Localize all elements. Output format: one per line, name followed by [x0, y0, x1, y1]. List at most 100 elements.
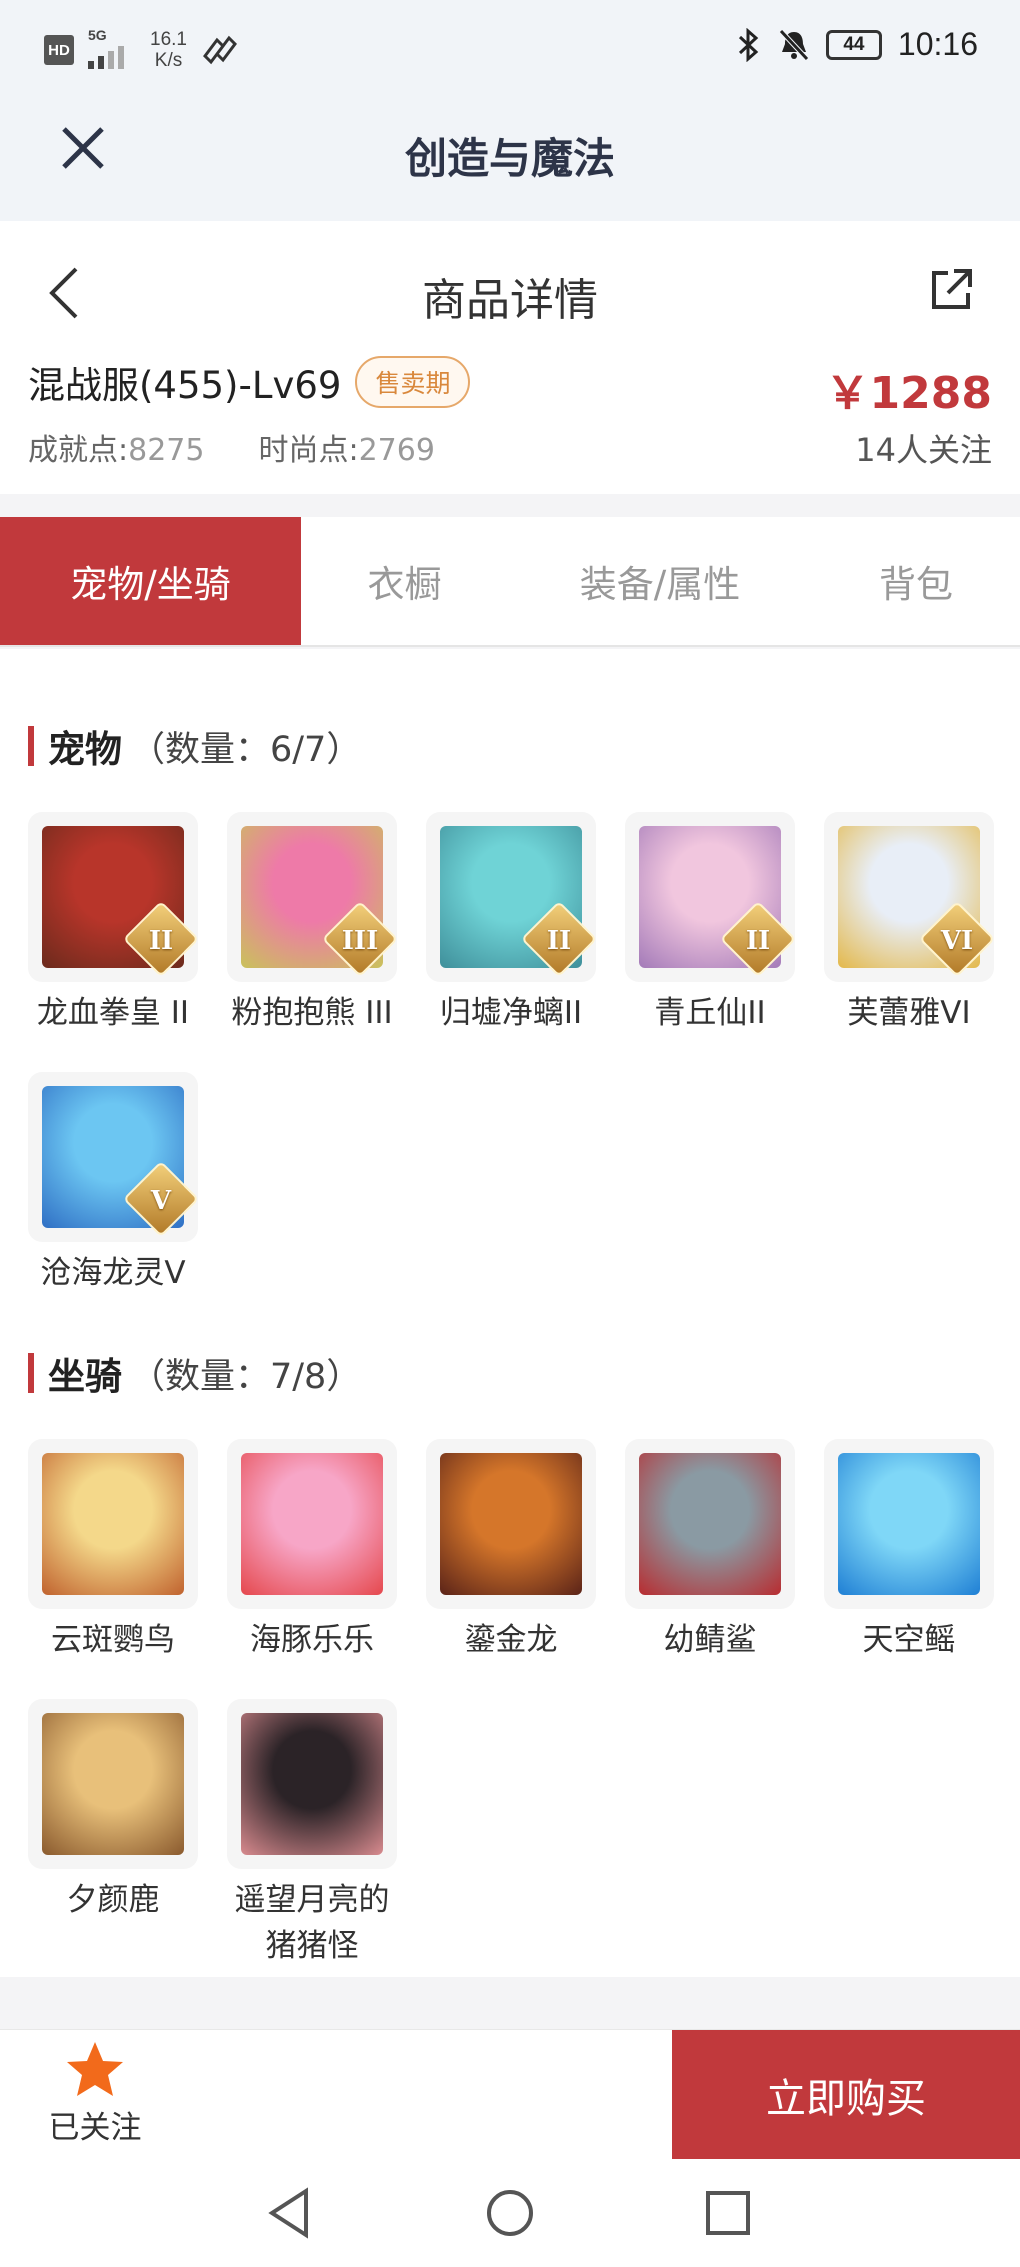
- clock: 10:16: [897, 26, 978, 62]
- pets-item[interactable]: II 青丘仙II: [625, 812, 795, 1036]
- hd-indicator: HD: [44, 35, 74, 65]
- pets-item[interactable]: II 归墟净螭II: [426, 812, 596, 1036]
- star-icon: [67, 2042, 123, 2096]
- network-indicator: 5G: [88, 28, 136, 72]
- tab-equipment[interactable]: 装备/属性: [508, 517, 812, 645]
- pets-thumbnail: II: [28, 812, 198, 982]
- fashion-value: 2769: [358, 433, 435, 468]
- nav-recents-icon[interactable]: [700, 2185, 756, 2241]
- grade-label: II: [546, 926, 572, 956]
- follow-button[interactable]: 已关注: [40, 2040, 150, 2152]
- pets-thumbnail: III: [227, 812, 397, 982]
- pets-name: 龙血拳皇 II: [36, 995, 190, 1031]
- grade-label: II: [745, 926, 771, 956]
- parrot-mount: [42, 1453, 184, 1595]
- pets-title: 宠物: [48, 728, 122, 771]
- mounts-name: 云斑鹦鸟: [51, 1622, 175, 1658]
- section-marker: [28, 1353, 34, 1393]
- pets-thumbnail: V: [28, 1072, 198, 1242]
- mounts-thumbnail: [824, 1439, 994, 1609]
- buy-now-button[interactable]: 立即购买: [672, 2030, 1020, 2160]
- tab-pets-mounts[interactable]: 宠物/坐骑: [0, 517, 301, 645]
- mounts-section-header: 坐骑 （数量：7/8）: [28, 1346, 361, 1400]
- mounts-name: 鎏金龙: [464, 1622, 558, 1658]
- server-name: 混战服(455)-Lv69: [28, 364, 342, 407]
- pets-name: 芙蕾雅VI: [847, 995, 971, 1031]
- achievement-label: 成就点:: [28, 433, 129, 468]
- bluetooth-icon: [738, 27, 759, 62]
- battery-indicator: 44: [825, 29, 882, 60]
- follower-count: 14人关注: [855, 431, 992, 469]
- pets-count: （数量：6/7）: [130, 729, 362, 770]
- sky-ray-mount: [838, 1453, 980, 1595]
- speed-value: 16.1: [150, 29, 187, 50]
- deer-mount: [42, 1713, 184, 1855]
- mounts-name: 天空鳐: [862, 1622, 956, 1658]
- mounts-item[interactable]: 幼鲭鲨: [625, 1439, 795, 1663]
- mounts-name-line: 猪猪怪: [265, 1928, 359, 1964]
- product-card: 商品详情 混战服(455)-Lv69 售卖期 成就点:8275 时尚点:2769…: [0, 221, 1020, 494]
- pets-name: 归墟净螭II: [439, 995, 583, 1031]
- mounts-title: 坐骑: [48, 1355, 122, 1398]
- signal-icon: [88, 46, 124, 69]
- grade-label: II: [148, 926, 174, 956]
- tab-backpack[interactable]: 背包: [812, 517, 1020, 645]
- nav-home-icon[interactable]: [482, 2185, 538, 2241]
- app-title: 创造与魔法: [404, 134, 615, 183]
- system-navigation-bar: [0, 2159, 1020, 2267]
- mounts-item[interactable]: 云斑鹦鸟: [28, 1439, 198, 1663]
- fashion-label: 时尚点:: [258, 433, 359, 468]
- mounts-item[interactable]: 天空鳐: [824, 1439, 994, 1663]
- app-header: 创造与魔法: [0, 95, 1020, 221]
- follow-label: 已关注: [48, 2110, 142, 2146]
- pets-name: 粉抱抱熊 III: [231, 995, 393, 1031]
- server-line: 混战服(455)-Lv69 售卖期: [28, 355, 471, 409]
- mounts-name: 夕颜鹿: [66, 1882, 160, 1918]
- mounts-name: 遥望月亮的 猪猪怪: [235, 1877, 390, 1969]
- shark-mount: [639, 1453, 781, 1595]
- main-content: 宠物 （数量：6/7） II 龙血拳皇 II III 粉抱抱熊 III II 归墟净螭II…: [0, 649, 1020, 1977]
- dolphin-mount: [241, 1453, 383, 1595]
- status-badge: 售卖期: [355, 356, 471, 408]
- network-speed: 16.1 K/s: [150, 29, 187, 71]
- pets-name: 沧海龙灵V: [40, 1255, 186, 1291]
- mounts-item[interactable]: 鎏金龙: [426, 1439, 596, 1663]
- mounts-name: 海豚乐乐: [250, 1622, 374, 1658]
- achievement-value: 8275: [128, 433, 205, 468]
- mounts-thumbnail: [28, 1699, 198, 1869]
- pets-name: 青丘仙II: [654, 995, 766, 1031]
- fashion-stat: 时尚点:2769: [258, 425, 434, 469]
- mounts-name: 幼鲭鲨: [663, 1622, 757, 1658]
- tab-wardrobe[interactable]: 衣橱: [301, 517, 508, 645]
- nfc-icon: [203, 35, 237, 65]
- mounts-count: （数量：7/8）: [130, 1356, 362, 1397]
- pig-mount: [241, 1713, 383, 1855]
- status-left: HD 5G 16.1 K/s: [44, 28, 237, 72]
- mounts-item[interactable]: 海豚乐乐: [227, 1439, 397, 1663]
- pets-section-header: 宠物 （数量：6/7）: [28, 719, 361, 773]
- mounts-thumbnail: [227, 1439, 397, 1609]
- golden-dragon-mount: [440, 1453, 582, 1595]
- pets-grid: II 龙血拳皇 II III 粉抱抱熊 III II 归墟净螭II II 青丘仙II VI 芙蕾雅…: [28, 812, 996, 1296]
- mounts-item[interactable]: 夕颜鹿: [28, 1699, 198, 1969]
- status-bar: HD 5G 16.1 K/s 44 10:16: [0, 0, 1020, 95]
- network-label: 5G: [88, 27, 107, 43]
- pets-thumbnail: II: [625, 812, 795, 982]
- pets-item[interactable]: III 粉抱抱熊 III: [227, 812, 397, 1036]
- achievement-stat: 成就点:8275: [28, 425, 204, 469]
- pets-item[interactable]: VI 芙蕾雅VI: [824, 812, 994, 1036]
- status-right: 44 10:16: [736, 26, 978, 63]
- pets-item[interactable]: II 龙血拳皇 II: [28, 812, 198, 1036]
- share-icon[interactable]: [928, 265, 976, 313]
- pets-thumbnail: VI: [824, 812, 994, 982]
- mounts-grid: 云斑鹦鸟 海豚乐乐 鎏金龙 幼鲭鲨 天空鳐夕颜鹿 遥望月亮的 猪猪怪: [28, 1439, 996, 1969]
- nav-back-icon[interactable]: [262, 2185, 318, 2241]
- pets-thumbnail: II: [426, 812, 596, 982]
- grade-label: III: [341, 926, 379, 956]
- speed-unit: K/s: [154, 50, 183, 71]
- mounts-thumbnail: [227, 1699, 397, 1869]
- page-title: 商品详情: [422, 275, 598, 326]
- pets-item[interactable]: V 沧海龙灵V: [28, 1072, 198, 1296]
- mounts-thumbnail: [625, 1439, 795, 1609]
- mounts-item[interactable]: 遥望月亮的 猪猪怪: [227, 1699, 397, 1969]
